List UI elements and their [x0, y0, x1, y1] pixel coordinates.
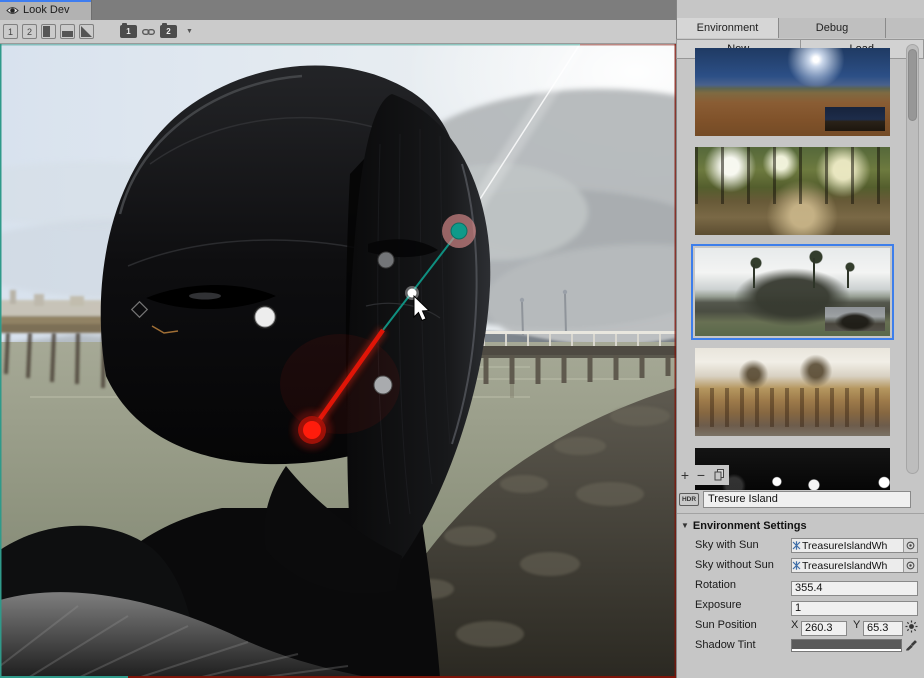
tab-debug[interactable]: Debug — [779, 18, 886, 38]
duplicate-icon — [714, 469, 725, 481]
gizmo-center-handle[interactable] — [408, 289, 417, 298]
env-thumbnail-island-no-sun-inset — [825, 307, 885, 331]
gizmo-red-handle[interactable] — [303, 421, 321, 439]
object-picker-icon[interactable] — [903, 539, 917, 552]
sky-with-sun-object-field[interactable]: TreasureIslandWh — [791, 538, 918, 553]
eyedropper-icon — [905, 640, 917, 652]
exposure-row: Exposure — [677, 598, 924, 614]
sky-with-sun-row: Sky with Sun TreasureIslandWh — [677, 538, 924, 554]
divider — [677, 513, 924, 514]
zone-view-button[interactable] — [79, 24, 94, 39]
lookdev-toolbar: 1 2 1 2 ▼ — [0, 20, 676, 44]
eyedropper-button[interactable] — [904, 639, 918, 653]
shadow-tint-row: Shadow Tint — [677, 638, 924, 654]
camera-2-button[interactable]: 2 — [160, 25, 177, 38]
foldout-arrow-icon[interactable]: ▼ — [681, 521, 689, 530]
lookdev-window: Look Dev ⋮ □ × 1 2 1 2 ▼ — [0, 0, 924, 678]
single-view-1-button[interactable]: 1 — [3, 24, 18, 39]
exposure-field[interactable] — [791, 601, 918, 616]
viewport-scene — [0, 44, 676, 678]
gizmo-teal-handle[interactable] — [451, 223, 467, 239]
camera-dropdown-button[interactable]: ▼ — [186, 28, 193, 35]
shadow-tint-label: Shadow Tint — [695, 639, 756, 651]
environment-name-row: HDR — [679, 490, 920, 508]
environment-list-toolbar: + − — [677, 465, 729, 485]
split-view-button[interactable] — [60, 24, 75, 39]
sun-position-label: Sun Position — [695, 619, 757, 631]
env-thumbnail-outback-no-sun-inset — [825, 107, 885, 131]
sun-icon — [905, 620, 918, 633]
cubemap-asset-icon — [792, 541, 801, 550]
hdr-badge: HDR — [679, 493, 699, 506]
env-thumbnail-outback[interactable] — [695, 48, 890, 136]
window-title: Look Dev — [23, 4, 69, 16]
sun-y-field[interactable] — [863, 621, 903, 636]
duplicate-environment-button[interactable] — [709, 466, 729, 484]
single-view-2-button[interactable]: 2 — [22, 24, 37, 39]
tab-environment[interactable]: Environment — [677, 18, 779, 38]
link-icon — [142, 27, 155, 37]
remove-environment-button[interactable]: − — [693, 466, 709, 484]
shadow-tint-color-field[interactable] — [791, 639, 902, 652]
sun-y-label: Y — [853, 619, 860, 631]
split-diagonal-icon — [81, 26, 92, 37]
add-environment-button[interactable]: + — [677, 466, 693, 484]
env-thumbnail-selected-border — [691, 244, 894, 340]
exposure-label: Exposure — [695, 599, 741, 611]
split-vertical-icon — [43, 26, 50, 37]
env-thumbnail-treasure-island[interactable] — [695, 248, 890, 336]
tab-look-dev[interactable]: Look Dev — [0, 0, 92, 20]
scrollbar-thumb[interactable] — [908, 49, 917, 121]
lookdev-viewport[interactable] — [0, 44, 676, 678]
object-picker-icon[interactable] — [903, 559, 917, 572]
sky-with-sun-label: Sky with Sun — [695, 539, 759, 551]
thumbnail-scrollbar[interactable] — [906, 44, 919, 474]
sky-without-sun-row: Sky without Sun TreasureIslandWh — [677, 558, 924, 574]
panel-tabs: Environment Debug — [677, 18, 924, 38]
sun-x-field[interactable] — [801, 621, 847, 636]
sky-without-sun-object-field[interactable]: TreasureIslandWh — [791, 558, 918, 573]
sky-without-sun-label: Sky without Sun — [695, 559, 774, 571]
env-thumbnail-church[interactable] — [695, 348, 890, 436]
eye-icon — [6, 6, 19, 15]
split-horizontal-icon — [62, 31, 73, 38]
rotation-row: Rotation — [677, 578, 924, 594]
settings-header-label: Environment Settings — [693, 520, 807, 532]
environment-panel: Environment Debug New Load + − — [676, 0, 924, 678]
rotation-label: Rotation — [695, 579, 736, 591]
link-cameras-button[interactable] — [142, 27, 155, 37]
rotation-field[interactable] — [791, 581, 918, 596]
environment-settings-header[interactable]: ▼ Environment Settings — [681, 518, 924, 533]
side-by-side-view-button[interactable] — [41, 24, 56, 39]
cubemap-asset-icon — [792, 561, 801, 570]
sun-position-picker-button[interactable] — [904, 619, 918, 633]
camera-1-button[interactable]: 1 — [120, 25, 137, 38]
environment-name-field[interactable] — [703, 491, 911, 508]
sun-x-label: X — [791, 619, 798, 631]
sun-position-row: Sun Position X Y — [677, 618, 924, 634]
env-thumbnail-forest[interactable] — [695, 147, 890, 235]
